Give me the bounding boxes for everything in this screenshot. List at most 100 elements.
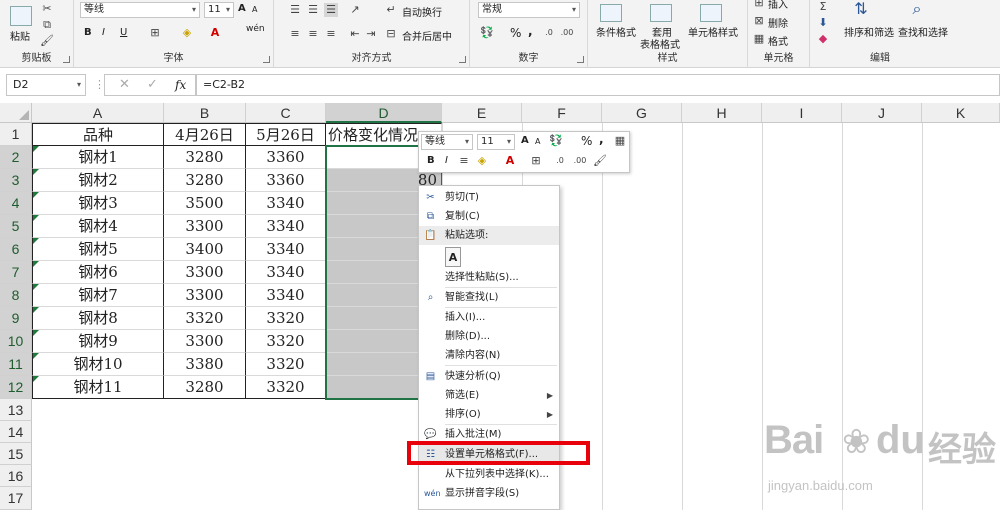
menu-insert[interactable]: 插入(I)... [419, 308, 559, 327]
cell-b3[interactable]: 3280 [164, 169, 246, 192]
align-right-icon[interactable]: ≡ [324, 27, 338, 41]
alignment-launcher[interactable] [459, 56, 466, 63]
row-header-13[interactable]: 13 [0, 399, 32, 421]
cell-b11[interactable]: 3380 [164, 353, 246, 376]
cell-b2[interactable]: 3280 [164, 146, 246, 169]
row-header-12[interactable]: 12 [0, 376, 32, 399]
col-header-e[interactable]: E [442, 103, 522, 123]
bold-button[interactable]: B [84, 27, 92, 38]
cell-a11[interactable]: 钢材10 [32, 353, 164, 376]
find-select-icon[interactable]: ⌕ [910, 1, 924, 17]
cell-c6[interactable]: 3340 [246, 238, 326, 261]
autosum-icon[interactable]: Σ [816, 0, 830, 14]
menu-delete[interactable]: 删除(D)... [419, 327, 559, 346]
row-header-17[interactable]: 17 [0, 487, 32, 510]
cell-a7[interactable]: 钢材6 [32, 261, 164, 284]
border-icon[interactable]: ⊞ [148, 26, 162, 40]
col-header-c[interactable]: C [246, 103, 326, 123]
cell-c2[interactable]: 3360 [246, 146, 326, 169]
mini-fill-color-icon[interactable]: ◈ [475, 154, 489, 168]
mini-font-combo[interactable]: 等线 ▾ [421, 134, 473, 150]
col-header-d[interactable]: D [326, 103, 442, 123]
row-header-9[interactable]: 9 [0, 307, 32, 330]
cell-a9[interactable]: 钢材8 [32, 307, 164, 330]
cell-b10[interactable]: 3300 [164, 330, 246, 353]
mini-size-combo[interactable]: 11 ▾ [477, 134, 515, 150]
delete-cells-icon[interactable]: ⊠ [752, 14, 766, 28]
cell-a3[interactable]: 钢材2 [32, 169, 164, 192]
cell-c7[interactable]: 3340 [246, 261, 326, 284]
cell-a8[interactable]: 钢材7 [32, 284, 164, 307]
grow-font-button[interactable]: A [238, 3, 246, 14]
paste-button[interactable]: 粘贴 [10, 28, 30, 43]
mini-shrink-font-button[interactable]: A [535, 137, 540, 146]
clipboard-launcher[interactable] [63, 56, 70, 63]
merge-center-button[interactable]: 合并后居中 [402, 28, 452, 43]
menu-show-phonetic[interactable]: wén 显示拼音字段(S) [419, 484, 559, 503]
menu-cut[interactable]: ✂ 剪切(T) [419, 188, 559, 207]
underline-button[interactable]: U [120, 27, 127, 38]
menu-quick-analysis[interactable]: ▤ 快速分析(Q) [419, 367, 559, 386]
mini-decrease-decimal-icon[interactable]: .00 [573, 154, 587, 168]
number-format-combo[interactable]: 常规 ▾ [478, 2, 580, 18]
format-cells-ribbon-button[interactable]: 格式 [768, 33, 788, 48]
menu-clear-contents[interactable]: 清除内容(N) [419, 346, 559, 365]
format-cells-icon[interactable]: ▦ [752, 32, 766, 46]
wrap-text-button[interactable]: 自动换行 [402, 4, 442, 19]
font-color-icon[interactable]: A [208, 26, 222, 40]
row-header-10[interactable]: 10 [0, 330, 32, 353]
cell-c3[interactable]: 3360 [246, 169, 326, 192]
cell-a6[interactable]: 钢材5 [32, 238, 164, 261]
insert-cells-button[interactable]: 插入 [768, 0, 788, 11]
row-header-2[interactable]: 2 [0, 146, 32, 169]
menu-paste-special[interactable]: 选择性粘贴(S)... [419, 268, 559, 287]
conditional-format-button[interactable]: 条件格式 [596, 24, 636, 39]
insert-function-button[interactable]: fx [175, 78, 186, 92]
align-left-icon[interactable]: ≡ [288, 27, 302, 41]
cell-a4[interactable]: 钢材3 [32, 192, 164, 215]
row-header-8[interactable]: 8 [0, 284, 32, 307]
font-launcher[interactable] [263, 56, 270, 63]
align-middle-icon[interactable]: ☰ [306, 3, 320, 17]
mini-border-icon[interactable]: ⊞ [529, 154, 543, 168]
cell-a5[interactable]: 钢材4 [32, 215, 164, 238]
row-header-6[interactable]: 6 [0, 238, 32, 261]
increase-indent-icon[interactable]: ⇥ [364, 27, 378, 41]
mini-format-painter-icon[interactable]: 🖌 [593, 154, 607, 168]
menu-sort[interactable]: 排序(O) ▶ [419, 405, 559, 424]
cell-b4[interactable]: 3500 [164, 192, 246, 215]
mini-format-icon[interactable]: ▦ [613, 134, 627, 148]
col-header-j[interactable]: J [842, 103, 922, 123]
row-header-11[interactable]: 11 [0, 353, 32, 376]
menu-smart-lookup[interactable]: ⌕ 智能查找(L) [419, 288, 559, 307]
cell-c8[interactable]: 3340 [246, 284, 326, 307]
menu-filter[interactable]: 筛选(E) ▶ [419, 386, 559, 405]
formula-input[interactable]: =C2-B2 [196, 74, 1000, 96]
cell-b12[interactable]: 3280 [164, 376, 246, 399]
col-header-i[interactable]: I [762, 103, 842, 123]
fill-color-icon[interactable]: ◈ [180, 26, 194, 40]
comma-button[interactable]: , [528, 24, 533, 38]
cell-c9[interactable]: 3320 [246, 307, 326, 330]
cancel-icon[interactable]: ✕ [119, 77, 130, 92]
paste-icon[interactable] [10, 6, 32, 26]
cell-c5[interactable]: 3340 [246, 215, 326, 238]
menu-pick-from-list[interactable]: 从下拉列表中选择(K)... [419, 465, 559, 484]
format-painter-icon[interactable]: 🖌 [40, 34, 54, 48]
shrink-font-button[interactable]: A [252, 5, 257, 14]
row-header-7[interactable]: 7 [0, 261, 32, 284]
col-header-g[interactable]: G [602, 103, 682, 123]
fill-icon[interactable]: ⬇ [816, 16, 830, 30]
cell-c10[interactable]: 3320 [246, 330, 326, 353]
mini-increase-decimal-icon[interactable]: .0 [553, 154, 567, 168]
insert-cells-icon[interactable]: ⊞ [752, 0, 766, 10]
delete-cells-button[interactable]: 删除 [768, 15, 788, 30]
cell-a1[interactable]: 品种 [32, 123, 164, 146]
cell-style-icon[interactable] [700, 4, 722, 22]
select-all-corner[interactable] [0, 103, 32, 123]
sort-filter-button[interactable]: 排序和筛选 [844, 24, 894, 39]
find-select-button[interactable]: 查找和选择 [898, 24, 948, 39]
align-top-icon[interactable]: ☰ [288, 3, 302, 17]
col-header-a[interactable]: A [32, 103, 164, 123]
cell-a12[interactable]: 钢材11 [32, 376, 164, 399]
